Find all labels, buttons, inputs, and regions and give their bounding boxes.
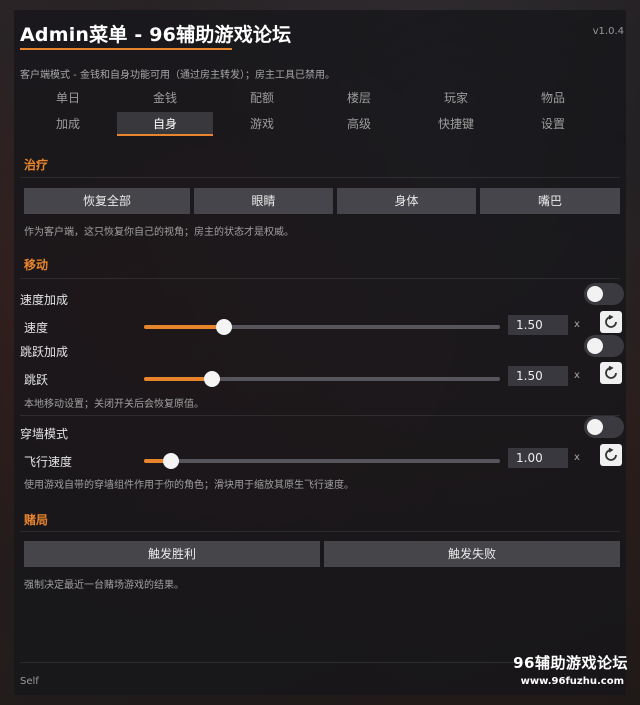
watermark-url: www.96fuzhu.com (520, 676, 624, 687)
eyes-button[interactable]: 眼睛 (194, 188, 333, 214)
toggle-knob (587, 286, 603, 302)
fly-speed-slider[interactable] (144, 453, 500, 469)
movement-note: 本地移动设置；关闭开关后会恢复原值。 (24, 399, 204, 410)
window-title: Admin菜单 - 96辅助游戏论坛 (20, 24, 292, 46)
speed-reset-button[interactable] (600, 311, 622, 333)
tab-boosts[interactable]: 加成 (20, 112, 116, 136)
jump-slider-thumb[interactable] (203, 371, 220, 387)
speed-slider[interactable] (144, 319, 500, 335)
tab-money[interactable]: 金钱 (117, 86, 213, 110)
mode-subtitle: 客户端模式 - 金钱和自身功能可用（通过房主转发）；房主工具已禁用。 (20, 70, 335, 81)
mouth-button[interactable]: 嘴巴 (480, 188, 620, 214)
speed-slider-thumb[interactable] (216, 319, 233, 335)
heal-section-title: 治疗 (24, 158, 49, 172)
movement-divider (20, 278, 620, 279)
speed-boost-toggle[interactable] (584, 283, 624, 305)
noclip-divider (20, 415, 620, 416)
trigger-lose-button[interactable]: 触发失败 (324, 541, 620, 567)
fly-speed-reset-button[interactable] (600, 444, 622, 466)
gamble-note: 强制决定最近一台赌场游戏的结果。 (24, 580, 184, 591)
reset-icon (605, 448, 617, 461)
heal-divider (20, 177, 620, 178)
jump-slider-fill (144, 377, 212, 381)
title-underline (20, 48, 232, 50)
reset-icon (605, 366, 617, 379)
fly-speed-slider-thumb[interactable] (162, 453, 179, 469)
tab-game[interactable]: 游戏 (214, 112, 310, 136)
tab-advanced[interactable]: 高级 (311, 112, 407, 136)
fly-speed-unit: x (574, 452, 580, 463)
speed-value-field[interactable]: 1.50 (508, 315, 568, 335)
fly-speed-value-field[interactable]: 1.00 (508, 448, 568, 468)
speed-unit: x (574, 319, 580, 330)
jump-unit: x (574, 370, 580, 381)
tab-floor[interactable]: 楼层 (311, 86, 407, 110)
body-button[interactable]: 身体 (337, 188, 476, 214)
gamble-section-title: 赌局 (24, 513, 49, 527)
speed-slider-fill (144, 325, 225, 329)
footer-tab-name: Self (20, 676, 39, 687)
jump-value-field[interactable]: 1.50 (508, 366, 568, 386)
tab-single-day[interactable]: 单日 (20, 86, 116, 110)
jump-slider[interactable] (144, 371, 500, 387)
restore-all-button[interactable]: 恢复全部 (24, 188, 190, 214)
toggle-knob (587, 419, 603, 435)
jump-reset-button[interactable] (600, 362, 622, 384)
toggle-knob (587, 338, 603, 354)
tab-hotkeys[interactable]: 快捷键 (408, 112, 504, 136)
movement-section-title: 移动 (24, 258, 49, 272)
tab-quota[interactable]: 配额 (214, 86, 310, 110)
jump-boost-label: 跳跃加成 (20, 345, 69, 359)
heal-note: 作为客户端，这只恢复你自己的视角；房主的状态才是权威。 (24, 227, 294, 238)
reset-icon (605, 315, 617, 328)
tab-players[interactable]: 玩家 (408, 86, 504, 110)
noclip-note: 使用游戏自带的穿墙组件作用于你的角色；滑块用于缩放其原生飞行速度。 (24, 480, 354, 491)
version-label: v1.0.4 (592, 26, 624, 37)
trigger-win-button[interactable]: 触发胜利 (24, 541, 320, 567)
noclip-label: 穿墙模式 (20, 427, 69, 441)
speed-label: 速度 (24, 321, 49, 335)
watermark-title: 96辅助游戏论坛 (513, 654, 628, 672)
tab-settings[interactable]: 设置 (505, 112, 601, 136)
jump-boost-toggle[interactable] (584, 335, 624, 357)
fly-speed-label: 飞行速度 (24, 455, 73, 469)
noclip-toggle[interactable] (584, 416, 624, 438)
tab-self[interactable]: 自身 (117, 112, 213, 136)
jump-label: 跳跃 (24, 373, 49, 387)
gamble-divider (20, 531, 620, 532)
speed-boost-label: 速度加成 (20, 293, 69, 307)
tab-items[interactable]: 物品 (505, 86, 601, 110)
